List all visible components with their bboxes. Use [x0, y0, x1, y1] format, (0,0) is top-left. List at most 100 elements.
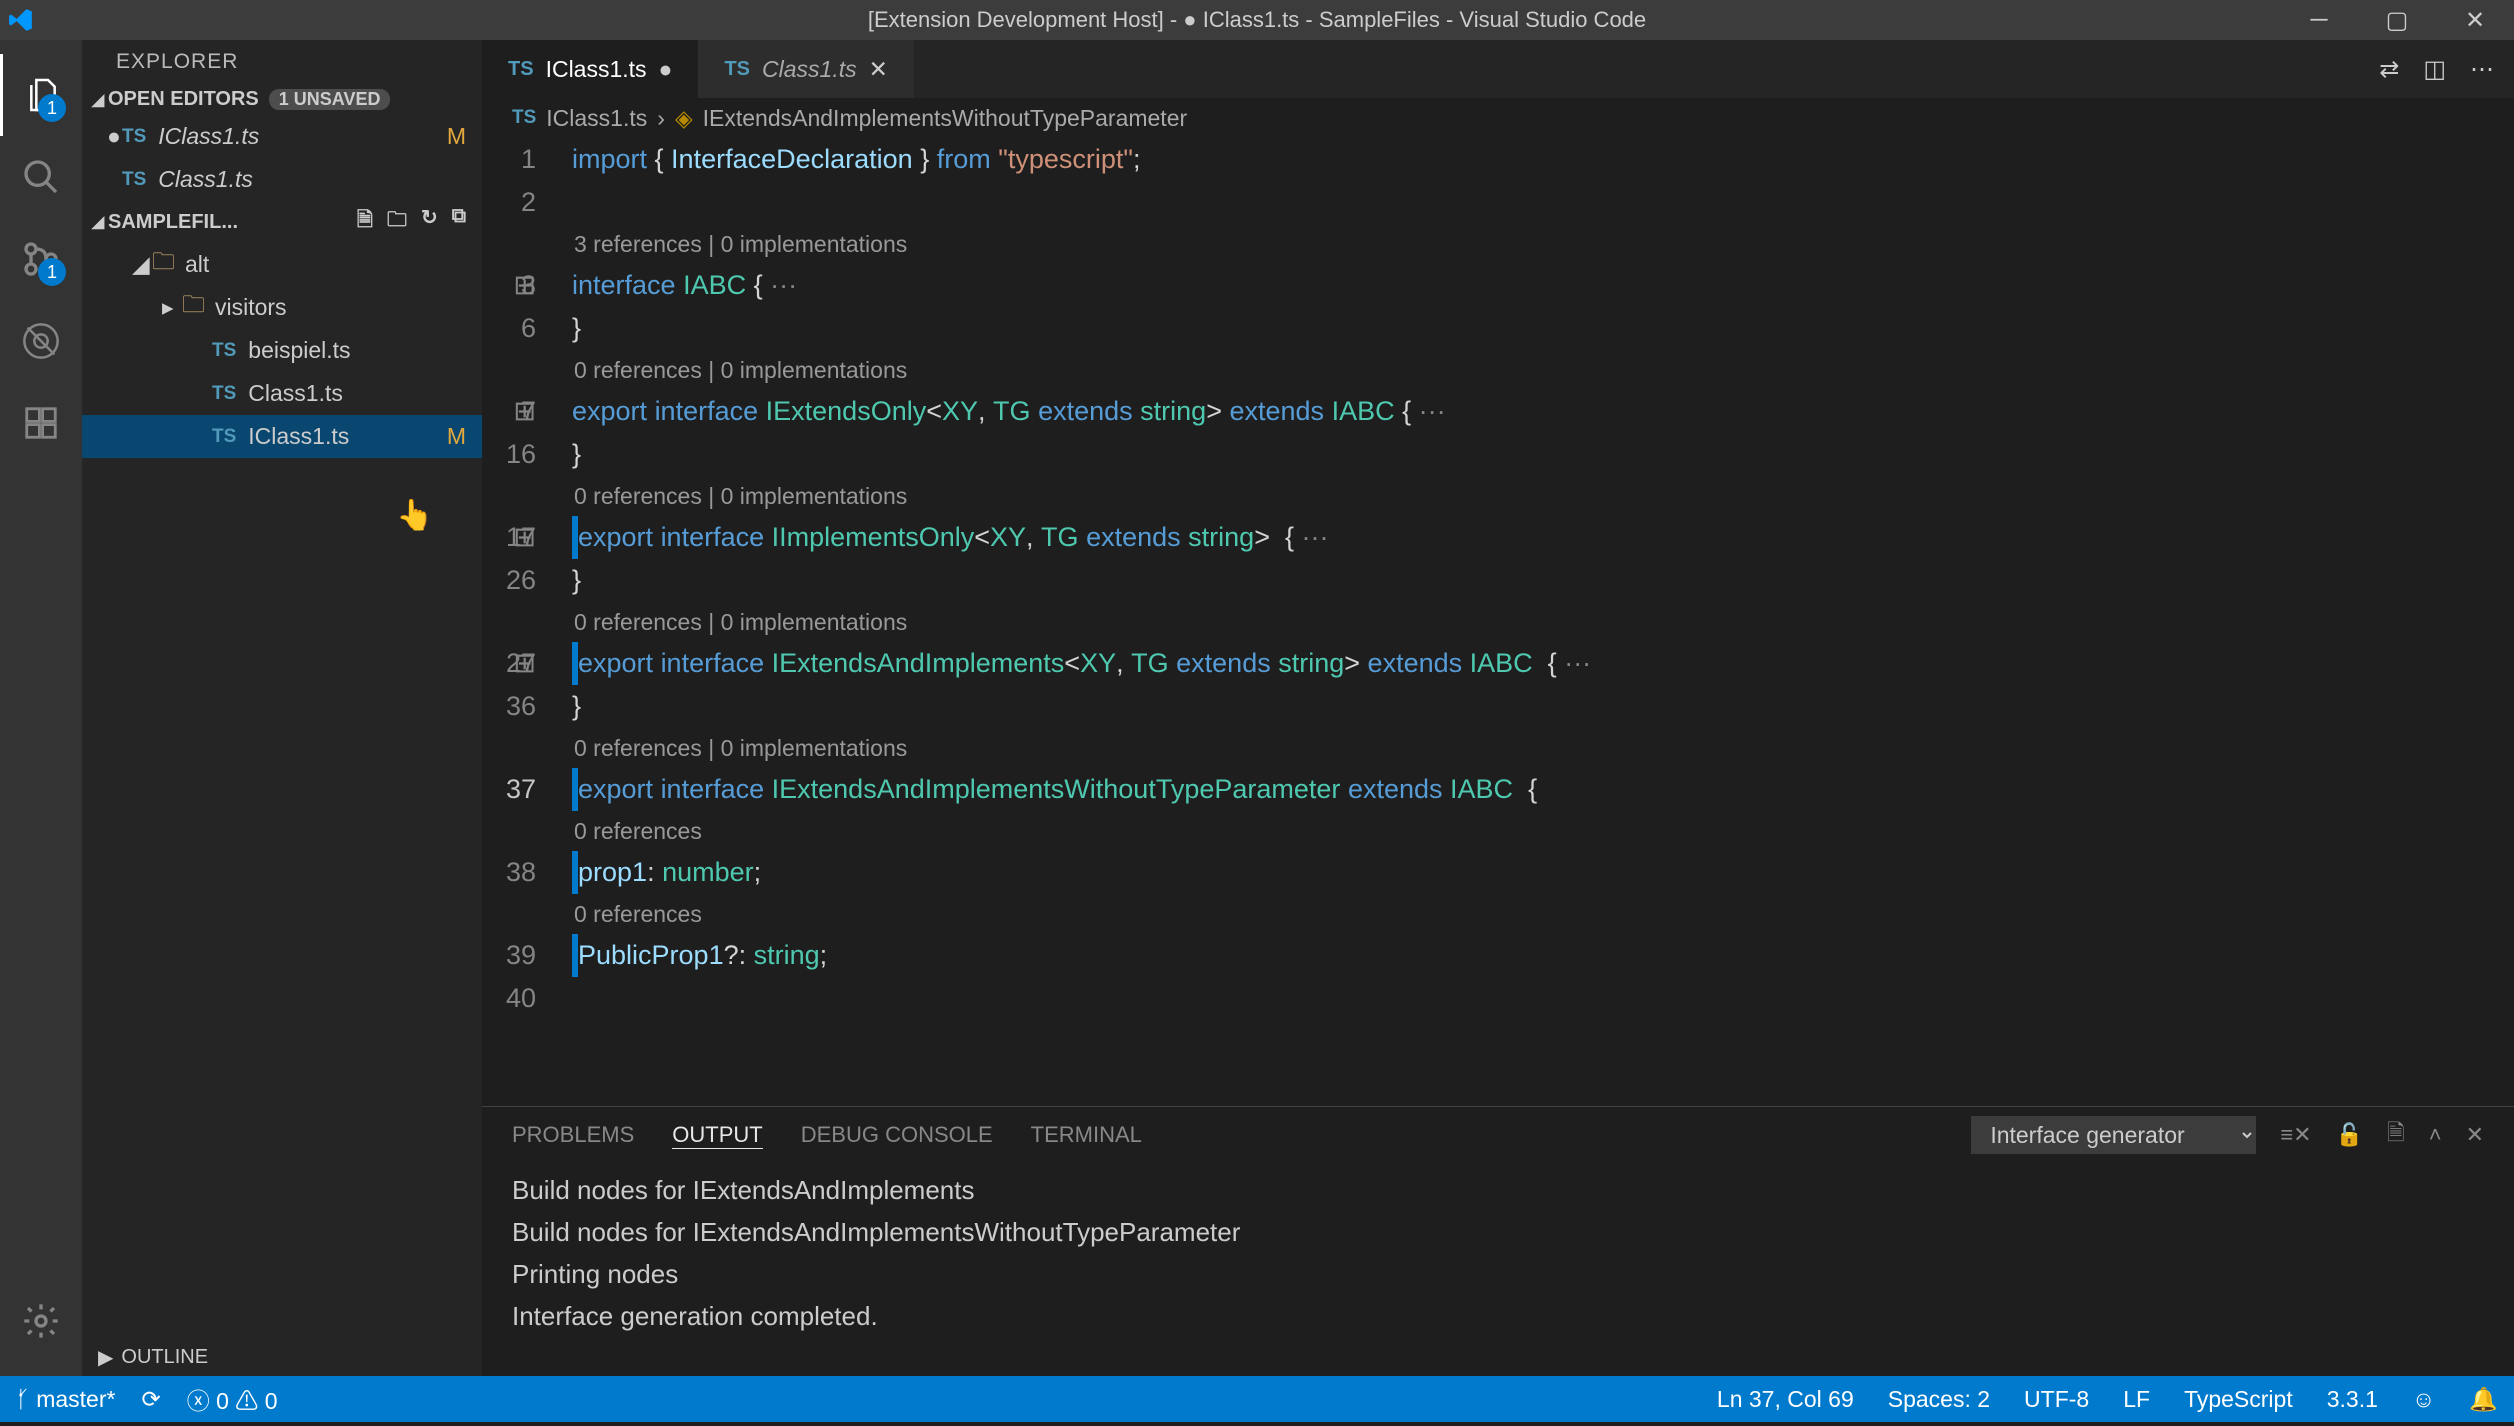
panel-tab[interactable]: OUTPUT — [672, 1122, 762, 1149]
editor-tab[interactable]: TSIClass1.ts● — [482, 40, 698, 98]
split-editor-icon[interactable]: ◫ — [2423, 55, 2446, 84]
code-line[interactable]: export interface IExtendsOnly<XY, TG ext… — [572, 390, 2514, 433]
ts-icon: TS — [122, 169, 146, 191]
line-number: 16 — [482, 433, 536, 476]
open-editor-item[interactable]: ●TSIClass1.tsM — [82, 115, 482, 158]
collapse-icon[interactable]: ⧉ — [452, 205, 466, 239]
close-button[interactable]: ✕ — [2436, 0, 2514, 40]
typescript-version[interactable]: 3.3.1 — [2327, 1386, 2378, 1413]
scm-icon[interactable]: 1 — [0, 218, 82, 300]
code-line[interactable]: prop1: number; — [572, 851, 2514, 894]
clear-output-icon[interactable]: ≡✕ — [2280, 1122, 2311, 1148]
folder-item[interactable]: ◢🗀alt — [82, 243, 482, 286]
settings-icon[interactable] — [0, 1280, 82, 1362]
panel-tab[interactable]: TERMINAL — [1031, 1122, 1142, 1148]
file-item[interactable]: TSIClass1.tsM — [82, 415, 482, 458]
chevron-right-icon: ▶ — [98, 1345, 113, 1370]
outline-header[interactable]: ▶ OUTLINE — [82, 1339, 482, 1376]
eol[interactable]: LF — [2123, 1386, 2150, 1413]
lock-scroll-icon[interactable]: 🔓 — [2336, 1122, 2363, 1148]
open-editor-item[interactable]: TS Class1.ts — [82, 158, 482, 201]
open-log-icon[interactable]: 🗎 — [2387, 1116, 2405, 1154]
breadcrumb-symbol[interactable]: IExtendsAndImplementsWithoutTypeParamete… — [703, 105, 1188, 132]
line-number: 40 — [482, 977, 536, 1020]
file-item[interactable]: TSClass1.ts — [82, 372, 482, 415]
file-name: Class1.ts — [158, 166, 253, 193]
line-number: 7⊞ — [482, 390, 536, 433]
output-channel-select[interactable]: Interface generator — [1971, 1116, 2256, 1154]
panel-tab[interactable]: DEBUG CONSOLE — [801, 1122, 993, 1148]
code-line[interactable]: } — [572, 559, 2514, 602]
unsaved-badge: 1 UNSAVED — [269, 89, 391, 110]
problems-status[interactable]: ⓧ 0 ⚠ 0 — [187, 1382, 278, 1416]
sync-icon[interactable]: ⟳ — [141, 1386, 160, 1413]
chevron-down-icon: ◢ — [88, 90, 108, 110]
chevron-down-icon: ◢ — [88, 212, 108, 232]
item-name: visitors — [215, 294, 287, 321]
codelens[interactable]: 0 references | 0 implementations — [572, 476, 2514, 516]
search-icon[interactable] — [0, 136, 82, 218]
folder-icon: 🗀 — [152, 245, 175, 284]
sidebar-title: EXPLORER — [82, 40, 482, 84]
notifications-icon[interactable]: 🔔 — [2469, 1386, 2498, 1413]
code-line[interactable]: export interface IExtendsAndImplementsWi… — [572, 768, 2514, 811]
code-line[interactable]: export interface IExtendsAndImplements<X… — [572, 642, 2514, 685]
new-file-icon[interactable]: 🗎 — [357, 205, 373, 239]
panel-tab[interactable]: PROBLEMS — [512, 1122, 634, 1148]
minimize-button[interactable]: ─ — [2280, 0, 2358, 40]
modified-badge: M — [447, 423, 466, 450]
codelens[interactable]: 0 references — [572, 811, 2514, 851]
activity-bar: 1 1 — [0, 40, 82, 1376]
chevron-icon: ▸ — [162, 294, 182, 321]
code-line[interactable]: } — [572, 685, 2514, 728]
code-line[interactable]: export interface IImplementsOnly<XY, TG … — [572, 516, 2514, 559]
language-mode[interactable]: TypeScript — [2184, 1386, 2293, 1413]
line-number: 17⊞ — [482, 516, 536, 559]
refresh-icon[interactable]: ↻ — [421, 205, 438, 239]
codelens[interactable]: 0 references | 0 implementations — [572, 602, 2514, 642]
new-folder-icon[interactable]: 🗀 — [387, 205, 407, 239]
compare-icon[interactable]: ⇄ — [2379, 55, 2399, 84]
codelens[interactable]: 0 references | 0 implementations — [572, 728, 2514, 768]
breadcrumb-file[interactable]: IClass1.ts — [546, 105, 647, 132]
tabs-row: TSIClass1.ts●TSClass1.ts✕ ⇄ ◫ ⋯ — [482, 40, 2514, 98]
panel-close-icon[interactable]: ✕ — [2466, 1122, 2484, 1148]
open-editors-header[interactable]: ◢ OPEN EDITORS 1 UNSAVED — [82, 84, 482, 115]
more-icon[interactable]: ⋯ — [2470, 55, 2494, 84]
extensions-icon[interactable] — [0, 382, 82, 464]
explorer-icon[interactable]: 1 — [0, 54, 82, 136]
codelens[interactable]: 3 references | 0 implementations — [572, 224, 2514, 264]
cursor-position[interactable]: Ln 37, Col 69 — [1717, 1386, 1854, 1413]
maximize-button[interactable]: ▢ — [2358, 0, 2436, 40]
output-body[interactable]: Build nodes for IExtendsAndImplementsBui… — [482, 1163, 2514, 1376]
panel-collapse-icon[interactable]: ˄ — [2429, 1122, 2442, 1148]
dirty-indicator[interactable]: ● — [659, 56, 673, 83]
code-editor[interactable]: 123⊞67⊞1617⊞2627⊞3637383940 import { Int… — [482, 138, 2514, 1106]
feedback-icon[interactable]: ☺ — [2412, 1386, 2435, 1413]
code-line[interactable]: interface IABC { ··· — [572, 264, 2514, 307]
code-line[interactable]: PublicProp1?: string; — [572, 934, 2514, 977]
editor-tab[interactable]: TSClass1.ts✕ — [698, 40, 913, 98]
indentation[interactable]: Spaces: 2 — [1888, 1386, 1990, 1413]
breadcrumbs[interactable]: TS IClass1.ts › ◈ IExtendsAndImplementsW… — [482, 98, 2514, 138]
codelens[interactable]: 0 references — [572, 894, 2514, 934]
close-tab-icon[interactable]: ✕ — [869, 56, 888, 83]
line-number: 37 — [482, 768, 536, 811]
line-number: 3⊞ — [482, 264, 536, 307]
code-line[interactable]: import { InterfaceDeclaration } from "ty… — [572, 138, 2514, 181]
file-item[interactable]: TSbeispiel.ts — [82, 329, 482, 372]
debug-icon[interactable] — [0, 300, 82, 382]
output-line: Build nodes for IExtendsAndImplementsWit… — [512, 1211, 2484, 1253]
code-line[interactable]: } — [572, 307, 2514, 350]
code-line[interactable] — [572, 181, 2514, 224]
git-branch[interactable]: ᚶ master* — [16, 1386, 115, 1413]
encoding[interactable]: UTF-8 — [2024, 1386, 2089, 1413]
codelens[interactable]: 0 references | 0 implementations — [572, 350, 2514, 390]
workspace-header[interactable]: ◢ SAMPLEFIL... 🗎 🗀 ↻ ⧉ — [82, 201, 482, 243]
item-name: alt — [185, 251, 209, 278]
output-line: Interface generation completed. — [512, 1295, 2484, 1337]
folder-item[interactable]: ▸🗀visitors — [82, 286, 482, 329]
workspace-name: SAMPLEFIL... — [108, 211, 238, 234]
code-line[interactable] — [572, 977, 2514, 1020]
code-line[interactable]: } — [572, 433, 2514, 476]
